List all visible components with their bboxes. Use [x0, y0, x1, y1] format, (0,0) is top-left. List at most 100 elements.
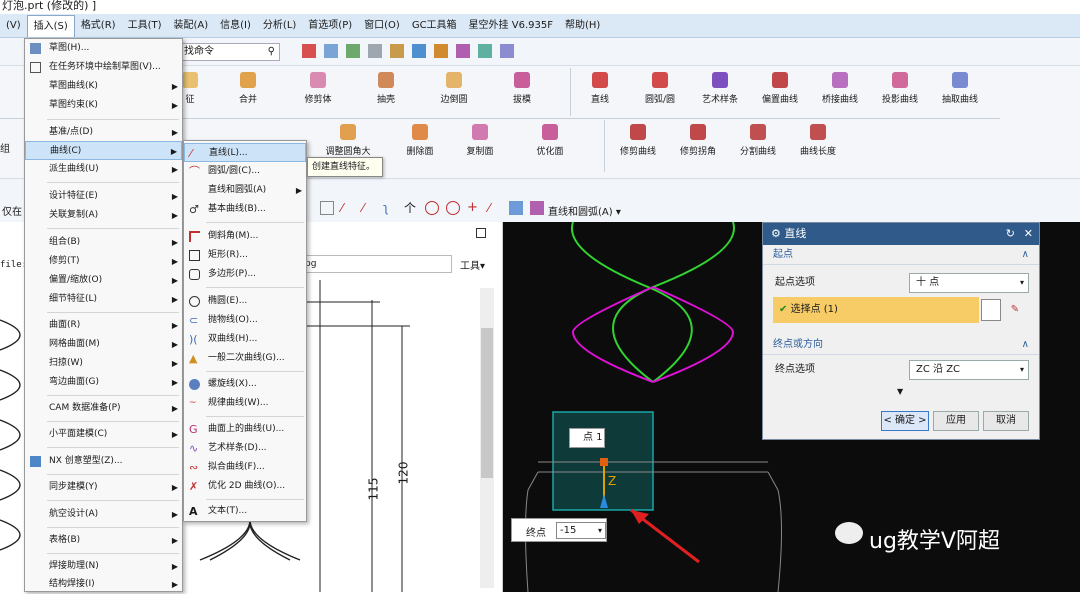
menu-item-cam-data-prep[interactable]: CAM 数据准备(P) ▶	[25, 399, 182, 418]
ribbon-btn-studio-spline[interactable]: 艺术样条	[690, 72, 750, 105]
menu-gc-toolkit[interactable]: GC工具箱	[406, 15, 463, 37]
menu-item-basic-curves[interactable]: ♂ 基本曲线(B)...	[184, 200, 306, 219]
ribbon-btn-unite[interactable]: 合并	[218, 72, 278, 105]
menu-item-surface[interactable]: 曲面(R) ▶	[25, 316, 182, 335]
menu-item-line-and-arc[interactable]: 直线和圆弧(A) ▶	[184, 181, 306, 200]
grid-icon[interactable]	[302, 44, 316, 58]
menu-item-text[interactable]: A 文本(T)...	[184, 502, 306, 521]
snap-endpoint-icon[interactable]	[320, 201, 334, 215]
collapse-icon[interactable]: ∧	[1022, 335, 1029, 355]
snap-bounded-icon[interactable]	[530, 201, 544, 215]
menu-item-sweep[interactable]: 扫掠(W) ▶	[25, 354, 182, 373]
ribbon-btn-curve-length[interactable]: 曲线长度	[788, 124, 848, 157]
menu-analysis[interactable]: 分析(L)	[257, 15, 302, 37]
menu-tools[interactable]: 工具(T)	[122, 15, 168, 37]
snap-intersection-icon[interactable]: 个	[404, 201, 418, 215]
end-option-select[interactable]: ZC 沿 ZC ▾	[909, 360, 1029, 380]
close-icon[interactable]: ✕	[1024, 223, 1033, 245]
edit-icon[interactable]	[412, 44, 426, 58]
ribbon-btn-trim-body[interactable]: 修剪体	[288, 72, 348, 105]
ribbon-btn-edge-blend[interactable]: 边倒圆	[424, 72, 484, 105]
apply-button[interactable]: 应用	[933, 411, 979, 431]
menu-item-hyperbola[interactable]: )(双曲线(H)...	[184, 330, 306, 349]
vertical-scrollbar[interactable]	[480, 288, 494, 588]
start-section-header[interactable]: 起点 ∧	[763, 245, 1039, 265]
ok-button[interactable]: < 确定 >	[881, 411, 929, 431]
menu-window[interactable]: 窗口(O)	[358, 15, 406, 37]
snap-icon[interactable]	[390, 44, 404, 58]
display-icon[interactable]	[368, 44, 382, 58]
menu-item-sketch-curve[interactable]: 草图曲线(K) ▶	[25, 77, 182, 96]
measure-icon[interactable]	[478, 44, 492, 58]
menu-item-sketch-in-task[interactable]: 在任务环境中绘制草图(V)...	[25, 58, 182, 77]
line-and-arc-dropdown[interactable]: 直线和圆弧(A) ▾	[548, 203, 621, 218]
menu-item-helix[interactable]: 螺旋线(X)...	[184, 375, 306, 394]
menu-item-arc-circle[interactable]: ⌒ 圆弧/圆(C)...	[184, 162, 306, 181]
menu-item-line[interactable]: ⁄ 直线(L)...	[184, 143, 306, 162]
file-path-field[interactable]: pg	[300, 255, 452, 273]
ribbon-btn-delete-face[interactable]: 删除面	[390, 124, 450, 157]
maximize-icon[interactable]	[476, 228, 486, 238]
snap-on-curve-icon[interactable]: ⁄	[488, 201, 502, 215]
layer-icon[interactable]	[324, 44, 338, 58]
menu-preferences[interactable]: 首选项(P)	[302, 15, 358, 37]
cube-icon[interactable]	[346, 44, 360, 58]
menu-item-associative-copy[interactable]: 关联复制(A) ▶	[25, 206, 182, 225]
ribbon-btn-optimize-face[interactable]: 优化面	[520, 124, 580, 157]
snap-control-icon[interactable]: ʅ	[383, 201, 397, 215]
menu-item-nx-realize-shape[interactable]: NX 创意塑型(Z)...	[25, 452, 182, 471]
menu-item-curve-on-surface[interactable]: G 曲面上的曲线(U)...	[184, 420, 306, 439]
menu-item-aerospace-design[interactable]: 航空设计(A) ▶	[25, 505, 182, 524]
menu-help[interactable]: 帮助(H)	[559, 15, 606, 37]
menu-item-fit-curve[interactable]: ∾ 拟合曲线(F)...	[184, 458, 306, 477]
menu-item-law-curve[interactable]: ~ 规律曲线(W)...	[184, 394, 306, 413]
menu-item-sketch-constraint[interactable]: 草图约束(K) ▶	[25, 96, 182, 115]
ribbon-btn-offset-curve[interactable]: 偏置曲线	[750, 72, 810, 105]
menu-item-ellipse[interactable]: 椭圆(E)...	[184, 292, 306, 311]
menu-item-polygon[interactable]: 多边形(P)...	[184, 265, 306, 284]
menu-info[interactable]: 信息(I)	[214, 15, 257, 37]
menu-item-studio-spline[interactable]: ∿ 艺术样条(D)...	[184, 439, 306, 458]
menu-item-facet-modeling[interactable]: 小平面建模(C) ▶	[25, 425, 182, 444]
menu-item-synchronous-modeling[interactable]: 同步建模(Y) ▶	[25, 478, 182, 497]
ribbon-btn-extract-curve[interactable]: 抽取曲线	[930, 72, 990, 105]
ribbon-btn-shell[interactable]: 抽壳	[356, 72, 416, 105]
menu-item-datum-point[interactable]: 基准/点(D) ▶	[25, 123, 182, 142]
menu-item-rectangle[interactable]: 矩形(R)...	[184, 246, 306, 265]
expand-icon[interactable]: ▼	[897, 387, 903, 396]
menu-item-weld-assistant[interactable]: 焊接助理(N) ▶	[25, 557, 182, 576]
snap-center-icon[interactable]	[425, 201, 439, 215]
command-search-input[interactable]: 找命令 ⚲	[180, 43, 280, 61]
snap-midpoint-icon[interactable]: ⁄	[362, 201, 376, 215]
move-icon[interactable]	[434, 44, 448, 58]
menu-item-optimize-2d-curve[interactable]: ✗ 优化 2D 曲线(O)...	[184, 477, 306, 496]
menu-insert[interactable]: 插入(S)	[26, 14, 75, 37]
snap-quadrant-icon[interactable]	[446, 201, 460, 215]
snap-face-icon[interactable]	[509, 201, 523, 215]
menu-item-chamfer[interactable]: 倒斜角(M)...	[184, 227, 306, 246]
cancel-button[interactable]: 取消	[983, 411, 1029, 431]
snap-line-icon[interactable]: ⁄	[341, 201, 355, 215]
point-dialog-icon[interactable]	[981, 299, 1001, 321]
reset-icon[interactable]: ↻	[1006, 223, 1015, 245]
tools-dropdown[interactable]: 工具▾	[460, 257, 485, 272]
menu-item-sketch[interactable]: 草图(H)...	[25, 39, 182, 58]
end-value-field[interactable]: -15 ▾	[556, 522, 606, 539]
menu-format[interactable]: 格式(R)	[75, 15, 122, 37]
ribbon-btn-divide-curve[interactable]: 分割曲线	[728, 124, 788, 157]
menu-assembly[interactable]: 装配(A)	[168, 15, 215, 37]
ribbon-btn-draft[interactable]: 拔模	[492, 72, 552, 105]
menu-item-detail-feature[interactable]: 细节特征(L) ▶	[25, 290, 182, 309]
menu-item-structure-weld[interactable]: 结构焊接(I) ▶	[25, 575, 182, 594]
start-option-select[interactable]: 十 点 ▾	[909, 273, 1029, 293]
collapse-icon[interactable]: ∧	[1022, 245, 1029, 265]
menu-item-design-feature[interactable]: 设计特征(E) ▶	[25, 187, 182, 206]
menu-item-flange-surface[interactable]: 弯边曲面(G) ▶	[25, 373, 182, 392]
ribbon-btn-bridge-curve[interactable]: 桥接曲线	[810, 72, 870, 105]
menu-item-table[interactable]: 表格(B) ▶	[25, 531, 182, 550]
menu-item-parabola[interactable]: ⊂ 抛物线(O)...	[184, 311, 306, 330]
inferred-point-icon[interactable]: ✎	[1005, 299, 1025, 321]
menu-item-general-conic[interactable]: ▲ 一般二次曲线(G)...	[184, 349, 306, 368]
ribbon-btn-resize-blend[interactable]: 调整圆角大	[318, 124, 378, 157]
menu-view[interactable]: (V)	[0, 15, 27, 37]
